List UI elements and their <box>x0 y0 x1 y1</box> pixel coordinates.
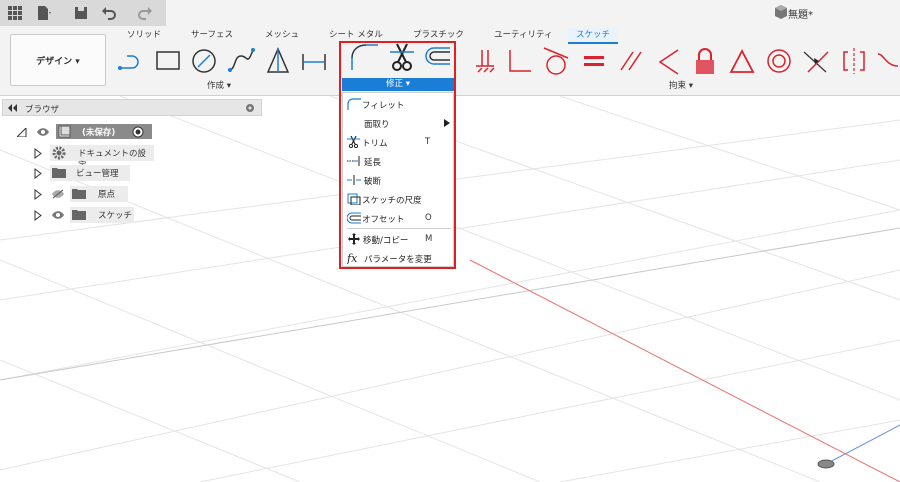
shortcut-key: T <box>425 137 431 147</box>
quick-access-toolbar <box>0 0 166 26</box>
collapse-left-icon[interactable] <box>7 104 17 112</box>
browser-item-label: スケッチ <box>98 211 133 221</box>
menu-item-offset[interactable]: オフセット O <box>343 210 453 226</box>
browser-item-sketches[interactable]: スケッチ <box>70 207 134 223</box>
tab-solid[interactable]: ソリッド <box>127 28 161 40</box>
offset-icon <box>347 212 361 224</box>
lock-icon[interactable] <box>691 46 719 76</box>
parallel-icon[interactable] <box>617 46 645 76</box>
tab-plastic[interactable]: プラスチック <box>413 28 464 40</box>
rectangle-tool-icon[interactable] <box>154 46 182 76</box>
extend-icon <box>347 156 360 166</box>
constraints-group-label[interactable]: 拘束 ▾ <box>669 79 693 91</box>
concentric-icon[interactable] <box>765 46 793 76</box>
browser-item-label: ビュー管理 <box>76 169 119 179</box>
folder-icon <box>72 189 86 199</box>
activate-radio-icon[interactable] <box>132 126 144 138</box>
browser-item-view-management[interactable]: ビュー管理 <box>50 165 130 181</box>
expand-right-icon[interactable] <box>34 189 42 200</box>
tab-sheet-metal[interactable]: シート メタル <box>329 28 383 40</box>
shortcut-key: O <box>425 213 432 223</box>
document-cube-icon <box>775 5 787 19</box>
menu-item-fillet[interactable]: フィレット <box>343 96 453 112</box>
apps-grid-icon[interactable] <box>6 4 24 22</box>
modify-dropdown-menu: フィレット 面取り トリム T 延長 破断 スケッチの尺度 オフセット O 移動… <box>342 92 454 267</box>
browser-panel-header: ブラウザ <box>2 99 262 116</box>
break-icon <box>347 175 361 185</box>
create-group-label[interactable]: 作成 ▾ <box>207 79 231 91</box>
browser-options-icon[interactable] <box>245 103 255 113</box>
tangent-icon[interactable] <box>542 46 570 76</box>
line-tool-icon[interactable] <box>117 46 145 76</box>
gear-icon <box>52 146 66 160</box>
folder-icon <box>72 210 86 220</box>
visibility-eye-icon[interactable] <box>36 127 50 137</box>
shortcut-key: M <box>425 234 433 244</box>
save-icon[interactable] <box>72 4 90 22</box>
sketch-scale-icon <box>347 193 361 205</box>
submenu-arrow-icon <box>444 119 450 127</box>
expand-right-icon[interactable] <box>34 210 42 221</box>
trim-icon <box>347 136 360 148</box>
app-bar: 無題* <box>0 0 900 26</box>
workspace-switcher-button[interactable]: デザイン ▾ <box>10 34 106 86</box>
coincident-icon[interactable] <box>802 46 830 76</box>
expand-right-icon[interactable] <box>34 148 42 159</box>
symmetry-icon[interactable] <box>840 46 868 76</box>
menu-item-move-copy[interactable]: 移動/コピー M <box>343 231 453 247</box>
folder-icon <box>52 168 66 178</box>
triangle-construct-icon[interactable] <box>264 46 292 76</box>
menu-item-sketch-scale[interactable]: スケッチの尺度 <box>343 191 453 207</box>
undo-icon[interactable] <box>100 4 118 22</box>
tab-surface[interactable]: サーフェス <box>191 28 233 40</box>
menu-item-chamfer[interactable]: 面取り <box>343 115 453 131</box>
file-icon[interactable] <box>34 4 52 22</box>
tab-mesh[interactable]: メッシュ <box>265 28 299 40</box>
browser-item-document-settings[interactable]: ドキュメントの設定 <box>50 145 154 171</box>
hidden-eye-icon[interactable] <box>51 189 65 199</box>
collinear-icon[interactable] <box>654 46 682 76</box>
browser-title: ブラウザ <box>25 105 60 115</box>
perpendicular-icon[interactable] <box>505 46 533 76</box>
equal-icon[interactable] <box>580 46 608 76</box>
circle-tool-icon[interactable] <box>190 46 218 76</box>
expand-down-icon[interactable] <box>17 128 27 137</box>
browser-item-label: 原点 <box>98 190 116 200</box>
menu-item-change-parameters[interactable]: fx パラメータを変更 <box>343 250 453 266</box>
svg-text:fx: fx <box>347 252 358 264</box>
midpoint-triangle-icon[interactable] <box>728 46 756 76</box>
fillet-icon <box>347 98 361 110</box>
tab-sketch[interactable]: スケッチ <box>568 28 619 44</box>
browser-item-origin[interactable]: 原点 <box>70 186 128 202</box>
document-title: 無題* <box>788 10 813 21</box>
dimension-tool-icon[interactable] <box>300 46 328 76</box>
spline-tool-icon[interactable] <box>227 46 255 76</box>
visibility-eye-icon[interactable] <box>51 210 65 220</box>
curvature-icon[interactable] <box>874 46 900 76</box>
component-icon <box>58 125 71 138</box>
fix-constraint-icon[interactable] <box>472 46 500 76</box>
redo-icon[interactable] <box>136 4 154 22</box>
menu-item-extend[interactable]: 延長 <box>343 153 453 169</box>
menu-divider <box>347 228 451 229</box>
move-copy-icon <box>348 233 360 245</box>
menu-item-trim[interactable]: トリム T <box>343 134 453 150</box>
browser-root-label: (未保存) <box>82 128 116 138</box>
fx-icon: fx <box>347 252 358 264</box>
menu-item-break[interactable]: 破断 <box>343 172 453 188</box>
tab-utility[interactable]: ユーティリティ <box>494 28 552 40</box>
expand-right-icon[interactable] <box>34 168 42 179</box>
modify-group-button[interactable]: 修正 ▾ <box>342 78 454 91</box>
